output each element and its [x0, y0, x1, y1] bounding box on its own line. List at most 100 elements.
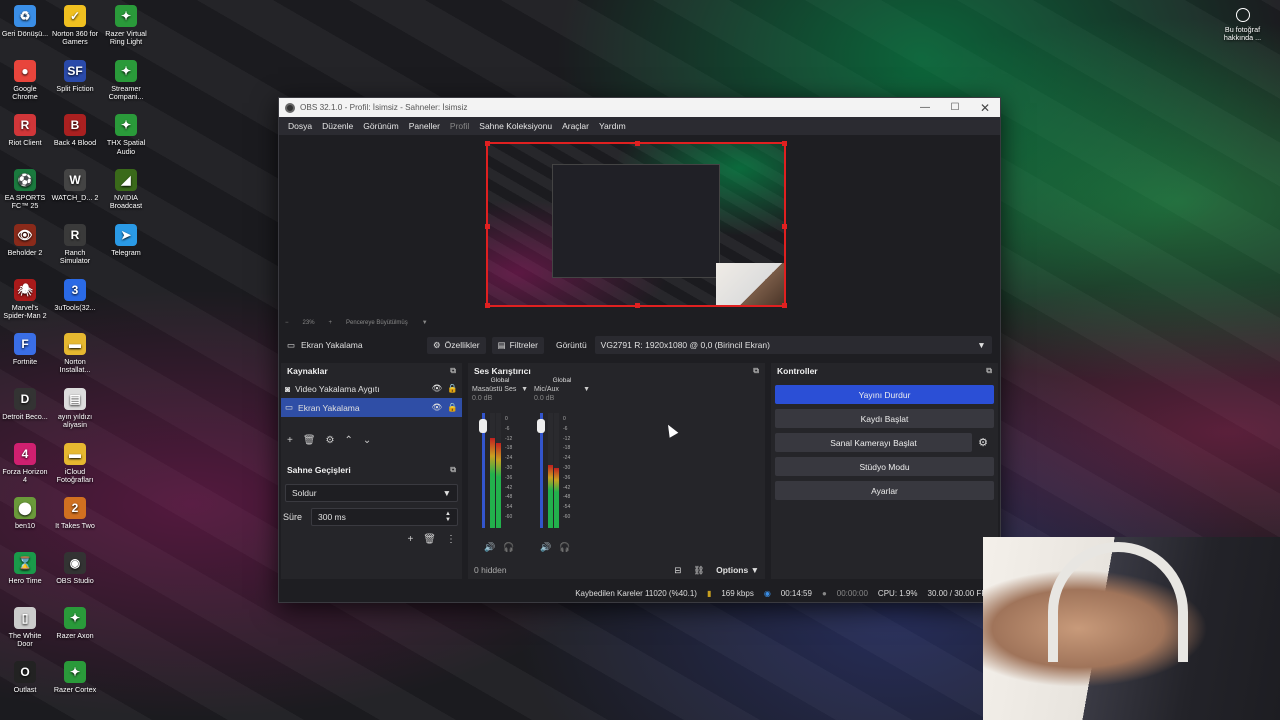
stepper-icon[interactable]: ▲ ▼: [445, 511, 451, 523]
remove-source-button[interactable]: 🗑: [303, 435, 316, 446]
menu-paneller[interactable]: Paneller: [404, 121, 445, 131]
eye-icon[interactable]: 👁: [432, 402, 443, 413]
transition-select[interactable]: Soldur ▼: [285, 484, 458, 502]
desktop-icon[interactable]: ♻ Geri Dönüşü...: [0, 5, 50, 38]
desktop-icon[interactable]: ✦ Razer Virtual Ring Light: [101, 5, 151, 47]
desktop-icon[interactable]: ▬ iCloud Fotoğrafları: [50, 442, 100, 485]
lock-icon[interactable]: 🔒: [447, 402, 458, 413]
undock-icon[interactable]: ⧉: [753, 366, 759, 376]
resize-handle[interactable]: [485, 141, 490, 146]
channel-select[interactable]: Mic/Aux ▼: [532, 384, 592, 395]
undock-icon[interactable]: ⧉: [986, 366, 992, 376]
move-up-button[interactable]: ⌃: [345, 435, 353, 446]
desktop-icon[interactable]: ◉ OBS Studio: [50, 552, 100, 585]
desktop-icon[interactable]: ✦ THX Spatial Audio: [101, 114, 151, 156]
about-photo-link[interactable]: Bu fotoğraf hakkında ...: [1215, 8, 1270, 43]
source-item[interactable]: ◙ Video Yakalama Aygıtı 👁 🔒: [281, 379, 462, 398]
undock-icon[interactable]: ⧉: [450, 465, 456, 475]
desktop-icon[interactable]: 👁 Beholder 2: [0, 223, 50, 257]
meter-tick-label: 0: [505, 416, 508, 422]
more-options-icon[interactable]: ⋮: [446, 534, 456, 545]
stop-streaming-button[interactable]: Yayını Durdur: [775, 385, 994, 404]
fader-knob[interactable]: [537, 419, 545, 433]
resize-handle[interactable]: [485, 303, 490, 308]
desktop-icon[interactable]: B Back 4 Blood: [50, 114, 100, 147]
desktop-icon[interactable]: 2 It Takes Two: [50, 497, 100, 530]
desktop-icon[interactable]: ⬤ ben10: [0, 497, 50, 530]
undock-icon[interactable]: ⧉: [450, 366, 456, 376]
desktop-icon[interactable]: ✦ Razer Cortex: [50, 661, 100, 694]
maximize-button[interactable]: ☐: [940, 102, 970, 113]
resize-handle[interactable]: [485, 224, 490, 229]
desktop-icon[interactable]: ◢ NVIDIA Broadcast: [101, 169, 151, 211]
layout-toggle-icon[interactable]: ⊟: [674, 565, 681, 576]
lock-icon[interactable]: 🔒: [447, 383, 458, 394]
desktop-icon[interactable]: ▯ The White Door: [0, 606, 50, 649]
headphones-icon[interactable]: 🎧: [559, 542, 570, 553]
studio-mode-button[interactable]: Stüdyo Modu: [775, 457, 994, 476]
preview-area[interactable]: [279, 135, 1000, 314]
remove-transition-button[interactable]: 🗑: [423, 534, 436, 545]
desktop-icon[interactable]: ⚽ EA SPORTS FC™ 25: [0, 169, 50, 211]
desktop-icon[interactable]: ✦ Streamer Compani...: [101, 59, 151, 102]
duration-input[interactable]: 300 ms ▲ ▼: [311, 508, 458, 526]
fader-knob[interactable]: [479, 419, 487, 433]
move-down-button[interactable]: ⌄: [363, 435, 371, 446]
filters-button[interactable]: ▤ Filtreler: [491, 336, 544, 354]
menu-duzenle[interactable]: Düzenle: [317, 121, 358, 131]
preview-canvas[interactable]: [485, 141, 787, 308]
desktop-icon[interactable]: D Detroit Beco...: [0, 387, 50, 421]
desktop-icon[interactable]: ▤ ayın yıldızı aliyasin: [50, 387, 100, 430]
speaker-icon[interactable]: 🔊: [540, 542, 551, 553]
split-fiction-icon: SF: [64, 59, 86, 82]
source-properties-button[interactable]: ⚙: [326, 435, 335, 446]
close-button[interactable]: ✕: [970, 101, 1000, 115]
resize-handle[interactable]: [782, 224, 787, 229]
menu-gorunum[interactable]: Görünüm: [358, 121, 403, 131]
desktop-icon[interactable]: ✦ Razer Axon: [50, 606, 100, 640]
desktop-icon[interactable]: 4 Forza Horizon 4: [0, 442, 50, 485]
options-button[interactable]: Options ▼: [716, 565, 759, 575]
zoom-in-button[interactable]: +: [329, 320, 333, 326]
speaker-icon[interactable]: 🔊: [484, 542, 495, 553]
settings-button[interactable]: Ayarlar: [775, 481, 994, 500]
menu-dosya[interactable]: Dosya: [283, 121, 317, 131]
link-icon[interactable]: ⛓: [693, 565, 704, 576]
desktop-icon[interactable]: ⌛ Hero Time: [0, 552, 50, 585]
desktop-icon[interactable]: W WATCH_D... 2: [50, 169, 100, 202]
desktop-icon[interactable]: ● Google Chrome: [0, 59, 50, 102]
desktop-icon[interactable]: R Riot Client: [0, 114, 50, 147]
desktop-icon[interactable]: 3 3uTools(32...: [50, 278, 100, 312]
resize-handle[interactable]: [635, 141, 640, 146]
zoom-dropdown-icon[interactable]: ▼: [422, 320, 428, 326]
eye-icon[interactable]: 👁: [432, 383, 443, 394]
desktop-icon[interactable]: O Outlast: [0, 661, 50, 694]
add-source-button[interactable]: +: [287, 435, 293, 446]
desktop-icon[interactable]: ➤ Telegram: [101, 223, 151, 257]
desktop-icon[interactable]: SF Split Fiction: [50, 59, 100, 93]
menu-araclar[interactable]: Araçlar: [557, 121, 594, 131]
properties-button[interactable]: ⚙ Özellikler: [427, 336, 486, 354]
gear-icon[interactable]: ⚙: [972, 436, 994, 449]
start-virtual-camera-button[interactable]: Sanal Kamerayı Başlat: [775, 433, 972, 452]
desktop-icon[interactable]: ✓ Norton 360 for Gamers: [50, 5, 100, 47]
resize-handle[interactable]: [782, 303, 787, 308]
chevron-down-icon: ▼: [521, 386, 528, 393]
headphones-icon[interactable]: 🎧: [503, 542, 514, 553]
desktop-icon[interactable]: R Ranch Simulator: [50, 223, 100, 266]
display-select[interactable]: VG2791 R: 1920x1080 @ 0,0 (Birincil Ekra…: [594, 336, 992, 354]
source-item[interactable]: ▭ Ekran Yakalama 👁 🔒: [281, 398, 462, 417]
minimize-button[interactable]: —: [910, 102, 940, 113]
desktop-icon[interactable]: F Fortnite: [0, 333, 50, 366]
start-recording-button[interactable]: Kaydı Başlat: [775, 409, 994, 428]
menu-yardim[interactable]: Yardım: [594, 121, 631, 131]
channel-select[interactable]: Masaüstü Ses ▼: [470, 384, 530, 395]
menu-sahne-koleksiyonu[interactable]: Sahne Koleksiyonu: [474, 121, 557, 131]
add-transition-button[interactable]: +: [407, 534, 413, 545]
desktop-icon[interactable]: ▬ Norton Installat...: [50, 333, 100, 375]
resize-handle[interactable]: [635, 303, 640, 308]
desktop-icon[interactable]: 🕷 Marvel's Spider-Man 2: [0, 278, 50, 321]
zoom-out-button[interactable]: −: [285, 320, 289, 326]
menu-profil[interactable]: Profil: [445, 121, 474, 131]
resize-handle[interactable]: [782, 141, 787, 146]
